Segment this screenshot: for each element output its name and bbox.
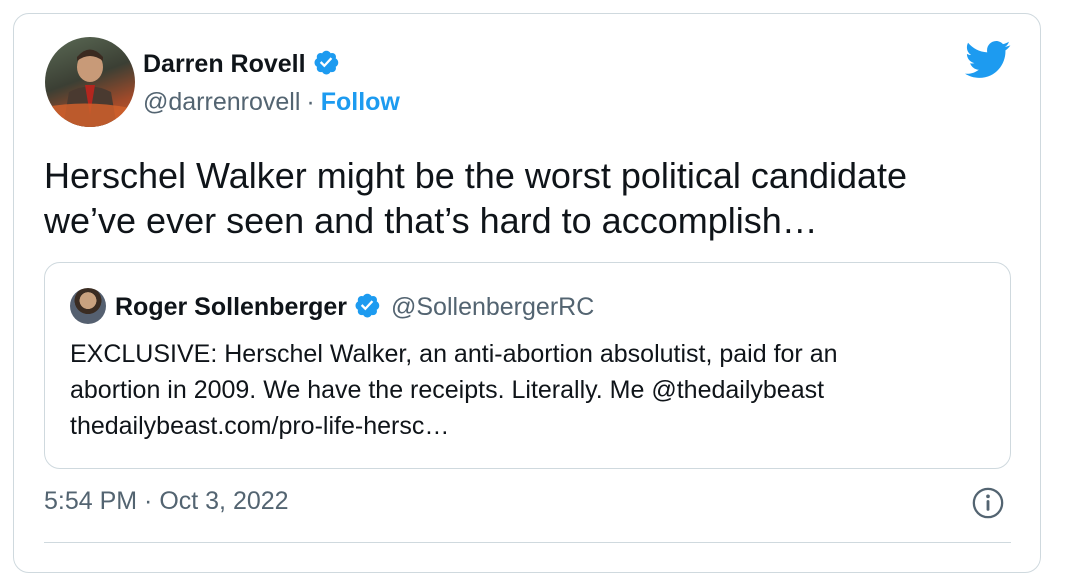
- quoted-tweet[interactable]: Roger Sollenberger @SollenbergerRC EXCLU…: [44, 262, 1011, 469]
- quoted-header: Roger Sollenberger @SollenbergerRC: [115, 291, 594, 324]
- verified-badge-icon: [353, 291, 381, 324]
- author-handle[interactable]: @darrenrovell: [143, 88, 300, 117]
- tweet-text-line: we’ve ever seen and that’s hard to accom…: [44, 200, 818, 241]
- author-avatar[interactable]: [45, 37, 135, 127]
- divider: [44, 542, 1011, 543]
- quoted-link-text: thedailybeast.com/pro-life-hersc…: [70, 412, 450, 440]
- quoted-tweet-text: EXCLUSIVE: Herschel Walker, an anti-abor…: [70, 336, 990, 444]
- tweet-timestamp[interactable]: 5:54 PM · Oct 3, 2022: [44, 487, 289, 516]
- twitter-bird-icon[interactable]: [965, 40, 1011, 85]
- author-handle-row: @darrenrovell · Follow: [143, 88, 400, 117]
- tweet-text: Herschel Walker might be the worst polit…: [44, 153, 1004, 243]
- verified-badge-icon: [312, 48, 340, 81]
- separator-dot: ·: [306, 88, 315, 116]
- quoted-author-handle: @SollenbergerRC: [391, 293, 595, 321]
- quoted-text-line: EXCLUSIVE: Herschel Walker, an anti-abor…: [70, 340, 838, 368]
- info-icon[interactable]: [971, 486, 1005, 525]
- quoted-text-line: abortion in 2009. We have the receipts. …: [70, 376, 825, 404]
- tweet-text-line: Herschel Walker might be the worst polit…: [44, 155, 908, 196]
- author-name-row: Darren Rovell: [143, 48, 340, 81]
- quoted-avatar[interactable]: [70, 288, 106, 324]
- follow-button[interactable]: Follow: [321, 88, 400, 117]
- quoted-author-name: Roger Sollenberger: [115, 293, 347, 321]
- author-name[interactable]: Darren Rovell: [143, 50, 306, 79]
